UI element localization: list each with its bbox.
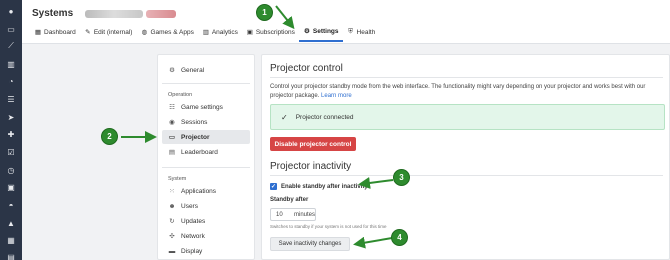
annotation-arrows <box>121 5 394 249</box>
annotation-badge-1: 1 <box>256 4 273 21</box>
annotation-badge-3: 3 <box>393 169 410 186</box>
annotation-arrow-4 <box>353 236 393 249</box>
annotation-badge-4: 4 <box>391 229 408 246</box>
annotation-arrow-1 <box>275 5 295 30</box>
annotation-badge-2: 2 <box>101 128 118 145</box>
annotation-arrow-3 <box>358 177 394 189</box>
